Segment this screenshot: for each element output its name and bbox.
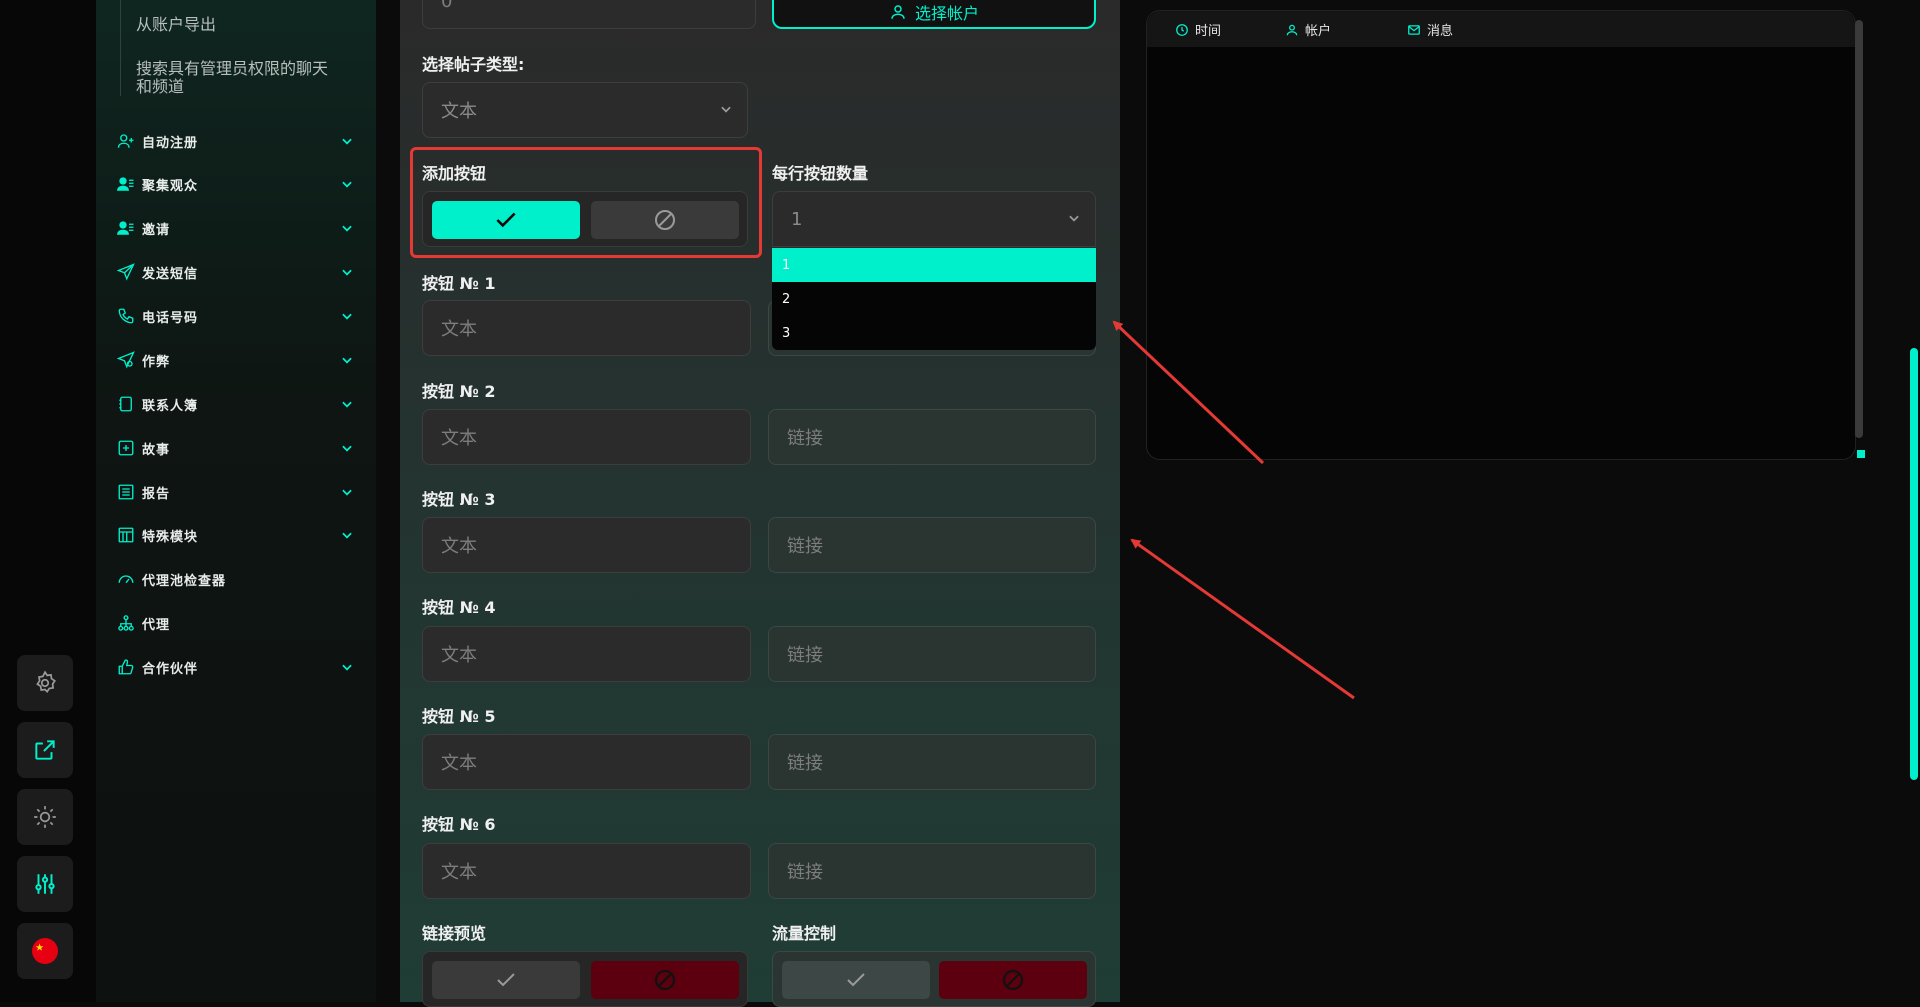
annotation-arrow-2	[1130, 538, 1355, 700]
annotation-arrow-1	[1112, 320, 1265, 465]
annotation-arrows	[1112, 320, 1355, 700]
